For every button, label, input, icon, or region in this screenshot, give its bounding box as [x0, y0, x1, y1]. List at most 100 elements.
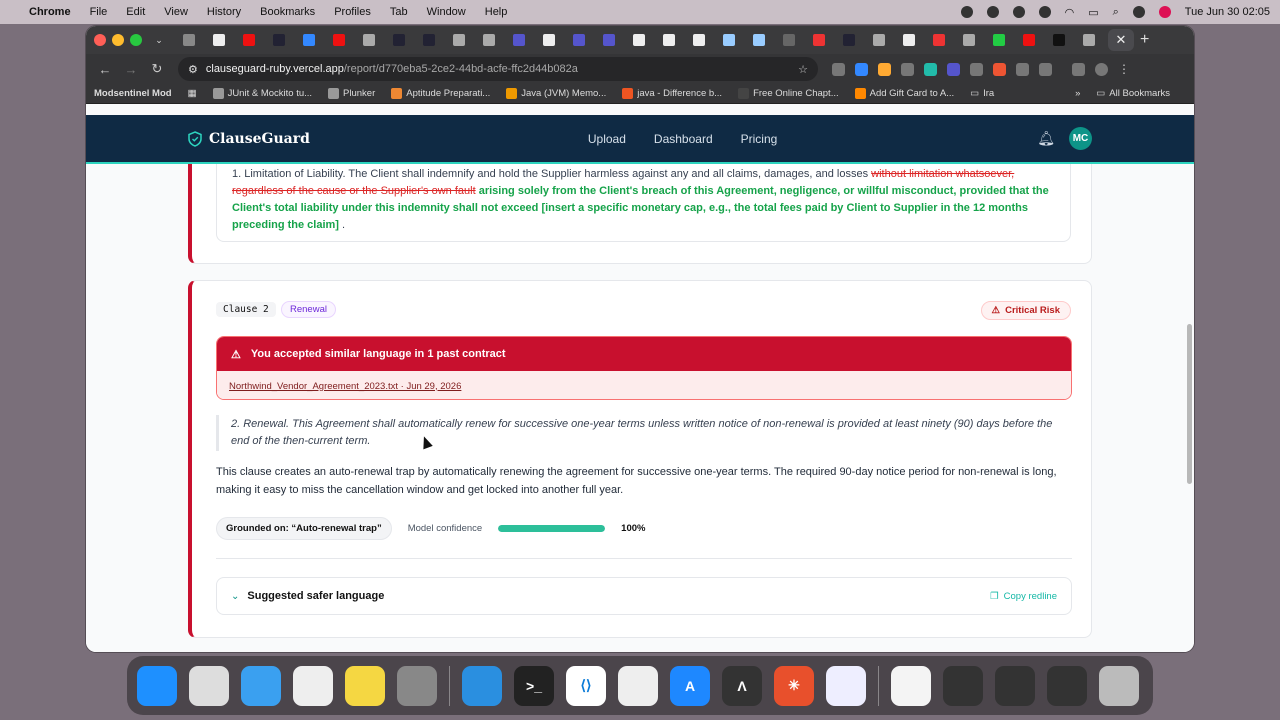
- all-bookmarks[interactable]: » ▭ All Bookmarks: [1075, 88, 1170, 99]
- tab[interactable]: [268, 31, 290, 49]
- tab[interactable]: [628, 31, 650, 49]
- tab[interactable]: [388, 31, 410, 49]
- safari-icon[interactable]: [241, 665, 281, 706]
- extension-icon[interactable]: [947, 62, 960, 76]
- bookmark-star-icon[interactable]: ☆: [798, 63, 808, 76]
- scrollbar[interactable]: [1187, 324, 1192, 484]
- claude-icon[interactable]: ✳: [774, 665, 814, 706]
- minimize-window-button[interactable]: [112, 34, 124, 46]
- past-contract-link[interactable]: Northwind_Vendor_Agreement_2023.txt · Ju…: [217, 371, 1071, 399]
- extension-icon[interactable]: [855, 62, 868, 76]
- menu-edit[interactable]: Edit: [126, 6, 145, 18]
- vscode-icon[interactable]: ⟨⟩: [566, 665, 606, 706]
- window-thumbnail-icon[interactable]: [943, 665, 983, 706]
- status-icon[interactable]: [960, 6, 973, 18]
- app-icon[interactable]: [826, 665, 866, 706]
- extension-icon[interactable]: [924, 62, 937, 76]
- search-icon[interactable]: ⌕: [1113, 6, 1119, 19]
- siri-icon[interactable]: [1158, 6, 1171, 18]
- tab[interactable]: [658, 31, 680, 49]
- tab[interactable]: [598, 31, 620, 49]
- chrome-icon[interactable]: [618, 665, 658, 706]
- control-center-icon[interactable]: [1132, 6, 1145, 18]
- new-tab-button[interactable]: +: [1140, 31, 1149, 49]
- tab[interactable]: [898, 31, 920, 49]
- tab[interactable]: [358, 31, 380, 49]
- status-icon[interactable]: [1012, 6, 1025, 18]
- close-window-button[interactable]: [94, 34, 106, 46]
- active-tab-close-icon[interactable]: ✕: [1108, 29, 1134, 51]
- bookmark-item[interactable]: Free Online Chapt...: [738, 88, 839, 99]
- bookmark-item[interactable]: Plunker: [328, 88, 375, 99]
- window-thumbnail-icon[interactable]: [1047, 665, 1087, 706]
- bookmark-item[interactable]: JUnit & Mockito tu...: [212, 88, 312, 99]
- window-thumbnail-icon[interactable]: [995, 665, 1035, 706]
- menu-profiles[interactable]: Profiles: [334, 6, 371, 18]
- tab[interactable]: [208, 31, 230, 49]
- apps-grid-icon[interactable]: ▦: [188, 88, 197, 99]
- tab[interactable]: [958, 31, 980, 49]
- document-icon[interactable]: [891, 665, 931, 706]
- tab[interactable]: [988, 31, 1010, 49]
- menu-file[interactable]: File: [90, 6, 108, 18]
- extension-icon[interactable]: [832, 62, 845, 76]
- menu-tab[interactable]: Tab: [390, 6, 408, 18]
- tab[interactable]: [868, 31, 890, 49]
- tab[interactable]: [568, 31, 590, 49]
- tab[interactable]: [1048, 31, 1070, 49]
- tab[interactable]: [808, 31, 830, 49]
- launchpad-icon[interactable]: [189, 665, 229, 706]
- app-menu[interactable]: Chrome: [29, 6, 71, 18]
- bookmark-item[interactable]: Java (JVM) Memo...: [506, 88, 606, 99]
- tab[interactable]: [688, 31, 710, 49]
- bookmark-folder[interactable]: ▭ Ira: [970, 88, 994, 99]
- profile-avatar-icon[interactable]: [1095, 62, 1108, 76]
- chrome-icon[interactable]: [293, 665, 333, 706]
- menu-view[interactable]: View: [164, 6, 188, 18]
- tab[interactable]: [748, 31, 770, 49]
- menu-window[interactable]: Window: [427, 6, 466, 18]
- brand[interactable]: ClauseGuard: [188, 131, 310, 147]
- arc-icon[interactable]: Λ: [722, 665, 762, 706]
- trash-icon[interactable]: [1099, 665, 1139, 706]
- keynote-icon[interactable]: [462, 665, 502, 706]
- nav-pricing[interactable]: Pricing: [741, 132, 778, 146]
- terminal-icon[interactable]: >_: [514, 665, 554, 706]
- download-icon[interactable]: [1072, 62, 1085, 76]
- tab[interactable]: [838, 31, 860, 49]
- nav-upload[interactable]: Upload: [588, 132, 626, 146]
- tab[interactable]: [298, 31, 320, 49]
- tab[interactable]: [508, 31, 530, 49]
- settings-icon[interactable]: [397, 665, 437, 706]
- nav-dashboard[interactable]: Dashboard: [654, 132, 713, 146]
- menu-history[interactable]: History: [207, 6, 241, 18]
- extension-icon[interactable]: [901, 62, 914, 76]
- tab[interactable]: [478, 31, 500, 49]
- status-icon[interactable]: [1038, 6, 1051, 18]
- tab[interactable]: [448, 31, 470, 49]
- tab[interactable]: [778, 31, 800, 49]
- tab-search-icon[interactable]: ⌄: [148, 31, 170, 49]
- menu-bookmarks[interactable]: Bookmarks: [260, 6, 315, 18]
- tab[interactable]: [178, 31, 200, 49]
- extension-icon[interactable]: [970, 62, 983, 76]
- app-store-icon[interactable]: A: [670, 665, 710, 706]
- bookmark-item[interactable]: Add Gift Card to A...: [854, 88, 954, 99]
- address-bar[interactable]: ⚙ clauseguard-ruby.vercel.app/report/d77…: [178, 57, 818, 81]
- tab[interactable]: [538, 31, 560, 49]
- tab[interactable]: [928, 31, 950, 49]
- more-menu-icon[interactable]: ⋮: [1118, 62, 1130, 76]
- suggested-language-toggle[interactable]: ⌄ Suggested safer language ❐ Copy redline: [216, 577, 1072, 615]
- bookmark-item[interactable]: Modsentinel Mod: [94, 88, 172, 99]
- battery-icon[interactable]: ▭: [1088, 6, 1098, 19]
- reload-icon[interactable]: ↻: [146, 61, 168, 77]
- clock[interactable]: Tue Jun 30 02:05: [1185, 6, 1270, 18]
- zoom-window-button[interactable]: [130, 34, 142, 46]
- extensions-puzzle-icon[interactable]: [1039, 62, 1052, 76]
- bell-icon[interactable]: 🔔︎: [1037, 130, 1055, 147]
- tab[interactable]: [1078, 31, 1100, 49]
- tab[interactable]: [418, 31, 440, 49]
- wifi-icon[interactable]: ◠: [1065, 6, 1075, 19]
- menu-help[interactable]: Help: [485, 6, 508, 18]
- avatar[interactable]: MC: [1069, 127, 1092, 150]
